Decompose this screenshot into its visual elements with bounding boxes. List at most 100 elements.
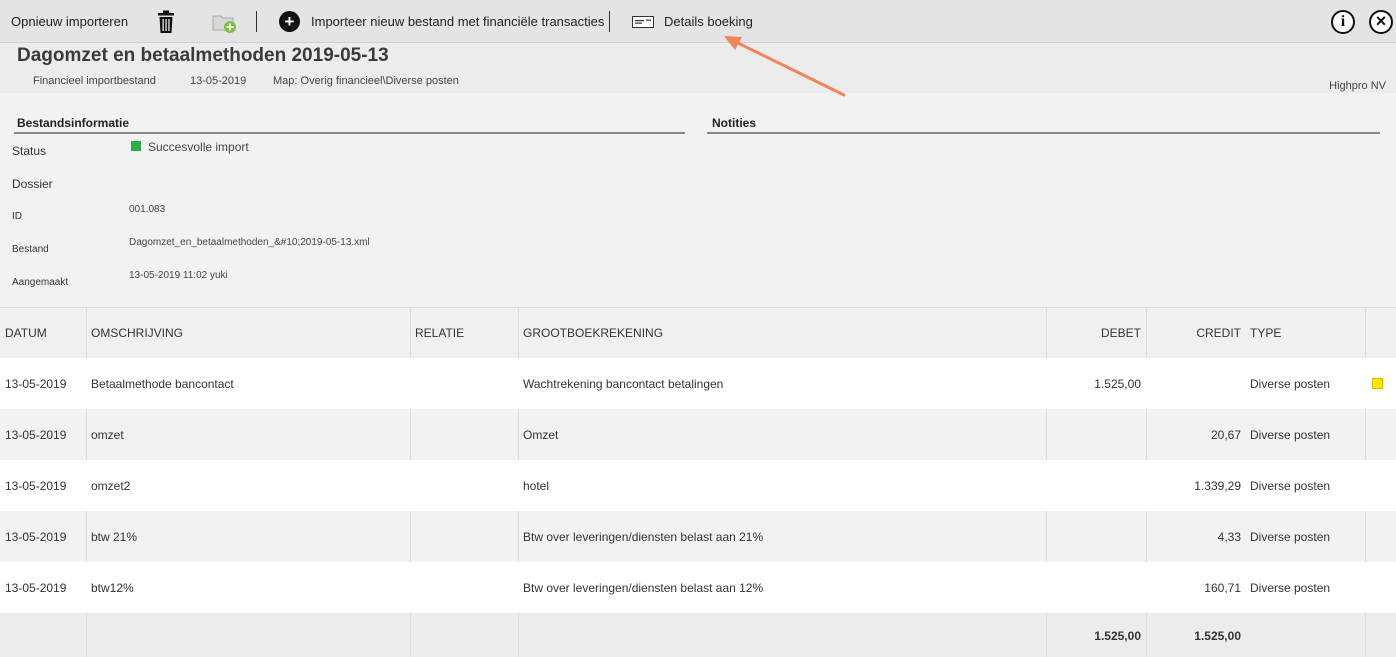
column-header-ledger[interactable]: GROOTBOEKREKENING: [523, 308, 663, 358]
cell-credit: 20,67: [1210, 427, 1241, 442]
import-new-file-label: Importeer nieuw bestand met financiële t…: [311, 14, 605, 29]
column-divider: [410, 613, 411, 657]
column-header-debit[interactable]: DEBET: [1050, 308, 1141, 358]
file-value: Dagomzet_en_betaalmethoden_&#10;2019-05-…: [129, 237, 370, 248]
status-indicator-icon: [131, 141, 141, 151]
column-divider: [410, 409, 411, 460]
column-header-date[interactable]: DATUM: [5, 308, 47, 358]
file-type: Financieel importbestand: [33, 75, 156, 87]
cell-credit: 4,33: [1217, 529, 1241, 544]
details-booking-label: Details boeking: [664, 14, 753, 29]
page-title: Dagomzet en betaalmethoden 2019-05-13: [17, 45, 389, 66]
dossier-label: Dossier: [12, 177, 53, 191]
details-booking-button[interactable]: Details boeking: [632, 0, 753, 43]
column-divider: [86, 613, 87, 657]
column-divider: [86, 308, 87, 358]
column-divider: [1365, 613, 1366, 657]
cell-date: 13-05-2019: [5, 427, 67, 442]
delete-button[interactable]: [156, 0, 176, 43]
toolbar-separator: [256, 11, 257, 32]
toolbar-separator: [609, 11, 610, 32]
table-row[interactable]: 13-05-2019 omzet Omzet 20,67 Diverse pos…: [0, 409, 1396, 460]
column-divider: [1046, 613, 1047, 657]
column-divider: [1365, 409, 1366, 460]
column-divider: [1365, 308, 1366, 358]
file-label: Bestand: [12, 244, 49, 255]
table-row[interactable]: 13-05-2019 Betaalmethode bancontact Wach…: [0, 358, 1396, 409]
status-text: Succesvolle import: [148, 140, 249, 154]
column-divider: [1365, 511, 1366, 562]
column-divider: [1146, 511, 1147, 562]
cell-type: Diverse posten: [1250, 427, 1331, 442]
cell-type: Diverse posten: [1250, 376, 1331, 391]
cell-debit: 1.525,00: [1094, 376, 1141, 391]
status-label: Status: [12, 144, 47, 158]
column-divider: [410, 511, 411, 562]
id-value: 001.083: [129, 204, 166, 215]
status-value: Succesvolle import: [131, 140, 249, 154]
info-button[interactable]: i: [1331, 10, 1355, 34]
close-button[interactable]: ×: [1369, 10, 1393, 34]
reimport-label: Opnieuw importeren: [11, 14, 129, 29]
info-icon: i: [1340, 13, 1346, 30]
table-row[interactable]: 13-05-2019 btw12% Btw over leveringen/di…: [0, 562, 1396, 613]
id-label: ID: [12, 211, 22, 222]
cell-debit: [1050, 562, 1141, 613]
column-divider: [1046, 511, 1047, 562]
company-name: Highpro NV: [1329, 80, 1386, 92]
column-divider: [410, 308, 411, 358]
column-divider: [518, 409, 519, 460]
notes-heading: Notities: [707, 116, 1380, 134]
column-divider: [1146, 308, 1147, 358]
yellow-flag-icon: [1372, 378, 1383, 389]
cell-credit: 160,71: [1204, 580, 1241, 595]
created-label: Aangemaakt: [12, 277, 69, 288]
transactions-table: DATUM OMSCHRIJVING RELATIE GROOTBOEKREKE…: [0, 307, 1396, 657]
cell-description: omzet: [91, 427, 124, 442]
cell-date: 13-05-2019: [5, 580, 67, 595]
file-date: 13-05-2019: [190, 75, 247, 87]
import-detail-window: Opnieuw importeren + Importeer nieuw bes…: [0, 0, 1396, 657]
table-header-row: DATUM OMSCHRIJVING RELATIE GROOTBOEKREKE…: [0, 307, 1396, 358]
close-icon: ×: [1375, 11, 1387, 31]
cell-type: Diverse posten: [1250, 478, 1331, 493]
add-folder-button[interactable]: [212, 0, 238, 43]
column-header-relation[interactable]: RELATIE: [415, 308, 464, 358]
cell-ledger: Wachtrekening bancontact betalingen: [523, 376, 724, 391]
trash-icon: [158, 10, 174, 33]
cell-ledger: Omzet: [523, 427, 559, 442]
cell-credit: [1150, 358, 1241, 409]
column-divider: [1046, 308, 1047, 358]
column-header-credit[interactable]: CREDIT: [1150, 308, 1241, 358]
cell-credit: 1.339,29: [1194, 478, 1241, 493]
folder-path: Map: Overig financieel\Diverse posten: [273, 75, 459, 87]
cell-description: Betaalmethode bancontact: [91, 376, 234, 391]
column-divider: [1146, 409, 1147, 460]
column-header-description[interactable]: OMSCHRIJVING: [91, 308, 183, 358]
cell-debit: [1050, 511, 1141, 562]
column-divider: [86, 409, 87, 460]
page-header: Dagomzet en betaalmethoden 2019-05-13 Fi…: [0, 43, 1396, 93]
reimport-button[interactable]: Opnieuw importeren: [11, 0, 128, 43]
cell-type: Diverse posten: [1250, 529, 1331, 544]
document-details-icon: [632, 15, 654, 28]
total-debit: 1.525,00: [1094, 628, 1141, 643]
table-row[interactable]: 13-05-2019 btw 21% Btw over leveringen/d…: [0, 511, 1396, 562]
column-divider: [86, 511, 87, 562]
cell-debit: [1050, 409, 1141, 460]
table-row[interactable]: 13-05-2019 omzet2 hotel 1.339,29 Diverse…: [0, 460, 1396, 511]
folder-add-icon: [212, 15, 236, 33]
column-header-type[interactable]: TYPE: [1250, 308, 1281, 358]
column-divider: [1146, 613, 1147, 657]
cell-date: 13-05-2019: [5, 376, 67, 391]
file-info-section: Bestandsinformatie Notities Status Succe…: [0, 93, 1396, 307]
cell-date: 13-05-2019: [5, 529, 67, 544]
toolbar: Opnieuw importeren + Importeer nieuw bes…: [0, 0, 1396, 43]
cell-description: btw 21%: [91, 529, 138, 544]
column-divider: [518, 613, 519, 657]
import-new-file-button[interactable]: + Importeer nieuw bestand met financiële…: [279, 0, 604, 43]
column-divider: [1046, 409, 1047, 460]
file-info-heading: Bestandsinformatie: [14, 116, 685, 134]
totals-row: 1.525,00 1.525,00: [0, 613, 1396, 657]
cell-type: Diverse posten: [1250, 580, 1331, 595]
